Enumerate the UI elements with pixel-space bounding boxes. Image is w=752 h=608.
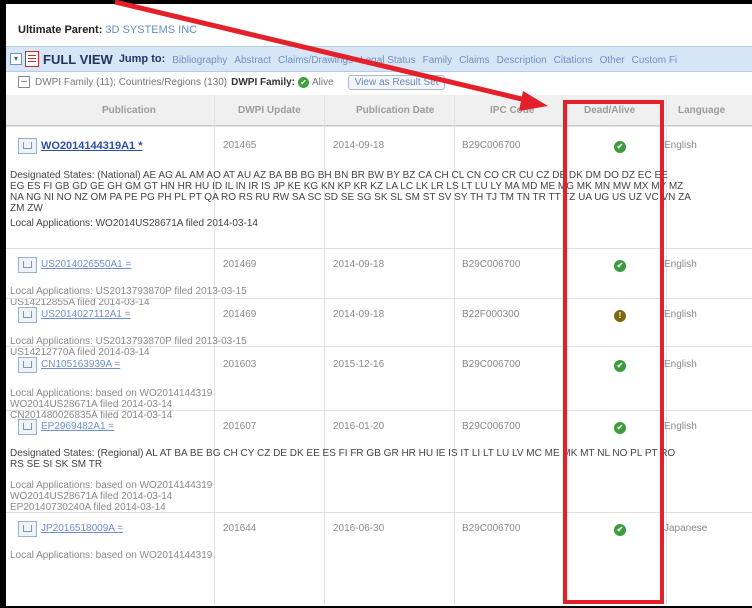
red-arrow: [114, 0, 548, 111]
